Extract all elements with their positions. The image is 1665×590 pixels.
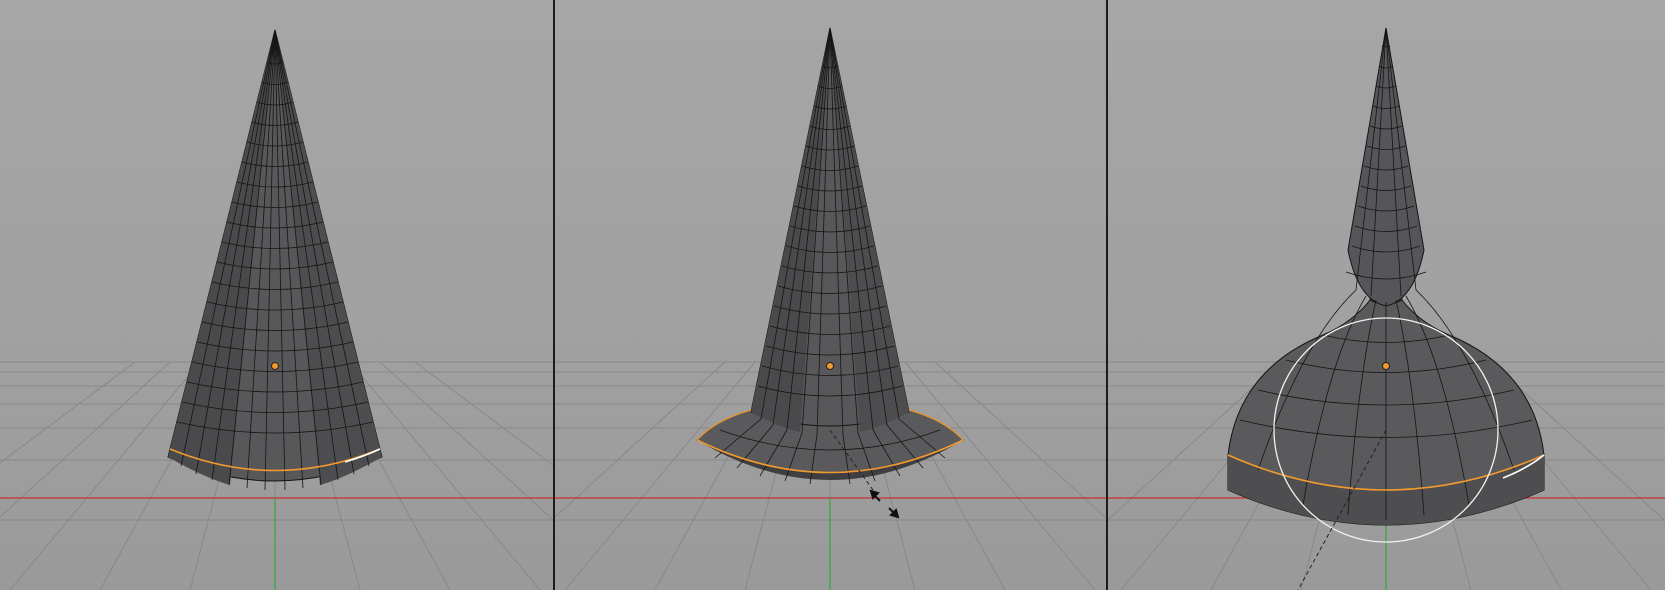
viewport-cone-flared[interactable] xyxy=(555,0,1106,590)
viewport-canvas[interactable] xyxy=(1108,0,1665,590)
scale-cursor-icon[interactable] xyxy=(869,489,900,519)
viewport-row xyxy=(0,0,1665,590)
origin-point-icon[interactable] xyxy=(1382,362,1390,370)
origin-point-icon[interactable] xyxy=(826,362,834,370)
viewport-canvas[interactable] xyxy=(555,0,1106,590)
viewport-cone-original[interactable] xyxy=(0,0,553,590)
cone-mesh[interactable] xyxy=(696,27,964,485)
viewport-cone-proportional[interactable] xyxy=(1108,0,1665,590)
cone-mesh[interactable] xyxy=(167,29,383,491)
viewport-canvas[interactable] xyxy=(0,0,553,590)
origin-point-icon[interactable] xyxy=(271,362,279,370)
